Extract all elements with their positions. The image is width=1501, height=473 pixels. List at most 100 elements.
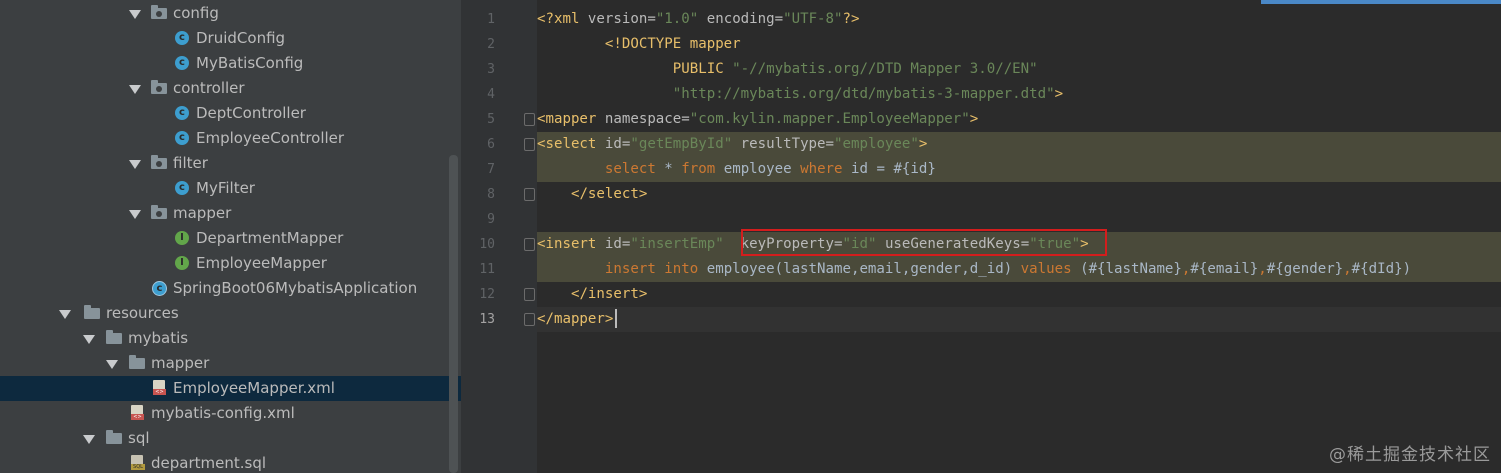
fold-marker-icon[interactable] — [524, 138, 535, 151]
code-token: select — [604, 161, 656, 177]
tree-item[interactable]: SQL department.sql — [0, 451, 461, 473]
tree-scrollbar[interactable] — [449, 155, 458, 473]
tree-item-label: DepartmentMapper — [196, 229, 344, 247]
class-icon: c — [174, 30, 191, 46]
tree-item[interactable]: c DeptController — [0, 101, 461, 126]
line-number: 5 — [487, 112, 495, 127]
expand-arrow-icon[interactable] — [106, 360, 118, 369]
class-icon: c — [174, 105, 191, 121]
tree-item[interactable]: controller — [0, 76, 461, 101]
code-line[interactable]: PUBLIC "-//mybatis.org//DTD Mapper 3.0//… — [537, 57, 1038, 82]
code-line[interactable]: </mapper> — [537, 307, 613, 332]
code-editor[interactable]: 1 2 3 4 5 6 7 8 9 10 11 12 13 <?xml version="1.0" en… — [461, 0, 1501, 473]
interface-icon: I — [174, 255, 191, 271]
tree-item[interactable]: c MyFilter — [0, 176, 461, 201]
code-token: PUBLIC — [672, 61, 733, 77]
code-token: from — [681, 161, 716, 177]
code-token: id = #{id} — [842, 161, 936, 177]
line-number: 8 — [487, 187, 495, 202]
code-line[interactable]: <?xml version="1.0" encoding="UTF-8"?> — [537, 7, 860, 32]
expand-arrow-icon[interactable] — [59, 310, 71, 319]
tree-item-label: EmployeeMapper — [196, 254, 327, 272]
code-token: "employee" — [834, 136, 919, 152]
tree-item-label: EmployeeMapper.xml — [173, 379, 335, 397]
fold-marker-icon[interactable] — [524, 288, 535, 301]
tree-item-label: DruidConfig — [196, 29, 286, 47]
tree-item[interactable]: mapper — [0, 201, 461, 226]
code-token: <mapper — [537, 111, 597, 127]
code-token: "getEmpById" — [630, 136, 733, 152]
tree-item[interactable]: c DruidConfig — [0, 26, 461, 51]
tree-item[interactable]: I EmployeeMapper — [0, 251, 461, 276]
code-token: ?> — [842, 11, 860, 27]
tree-item[interactable]: c SpringBoot06MybatisApplication — [0, 276, 461, 301]
code-token: <?xml — [537, 11, 588, 27]
code-line[interactable]: <select id="getEmpById" resultType="empl… — [537, 132, 927, 157]
project-tree-panel: config c DruidConfig c MyBatisConfig controll… — [0, 0, 461, 473]
code-line[interactable]: insert into employee(lastName,email,gend… — [537, 257, 1411, 282]
code-token: "insertEmp" — [630, 236, 724, 252]
fold-marker-icon[interactable] — [524, 188, 535, 201]
package-icon — [151, 205, 168, 221]
code-line[interactable]: "http://mybatis.org/dtd/mybatis-3-mapper… — [537, 82, 1063, 107]
code-line[interactable]: </select> — [537, 182, 647, 207]
code-token: employee(lastName,email,gender,d_id) — [698, 261, 1021, 277]
tree-item-label: MyBatisConfig — [196, 54, 304, 72]
class-icon: c — [174, 55, 191, 71]
tree-item[interactable]: resources — [0, 301, 461, 326]
interface-icon: I — [174, 230, 191, 246]
tree-item[interactable]: sql — [0, 426, 461, 451]
code-line[interactable]: select * from employee where id = #{id} — [537, 157, 936, 182]
code-token: </insert> — [570, 286, 648, 302]
class-icon: c — [174, 130, 191, 146]
tree-item[interactable]: c MyBatisConfig — [0, 51, 461, 76]
tree-item[interactable]: config — [0, 1, 461, 26]
spring-boot-class-icon: c — [151, 280, 168, 296]
folder-icon — [129, 355, 146, 371]
annotation-box — [741, 229, 1107, 256]
code-token: where — [800, 161, 843, 177]
code-line[interactable]: </insert> — [537, 282, 647, 307]
expand-arrow-icon[interactable] — [129, 85, 141, 94]
tree-item-label: department.sql — [151, 454, 267, 472]
tree-item-label: controller — [173, 79, 245, 97]
text-caret — [615, 309, 617, 328]
code-line[interactable]: <mapper namespace="com.kylin.mapper.Empl… — [537, 107, 978, 132]
line-number: 2 — [487, 37, 495, 52]
expand-arrow-icon[interactable] — [129, 160, 141, 169]
fold-marker-icon[interactable] — [524, 313, 535, 326]
tree-item[interactable]: I DepartmentMapper — [0, 226, 461, 251]
code-token: id= — [596, 236, 631, 252]
expand-arrow-icon[interactable] — [129, 10, 141, 19]
line-number: 3 — [487, 62, 495, 77]
tree-item-label: mybatis-config.xml — [151, 404, 295, 422]
code-token: <insert — [537, 236, 597, 252]
tree-item[interactable]: <> EmployeeMapper.xml — [0, 376, 461, 401]
code-token: , — [1258, 261, 1267, 277]
tree-item[interactable]: <> mybatis-config.xml — [0, 401, 461, 426]
fold-marker-icon[interactable] — [524, 113, 535, 126]
tree-item[interactable]: filter — [0, 151, 461, 176]
tree-item-label: mapper — [173, 204, 232, 222]
line-number-gutter: 1 2 3 4 5 6 7 8 9 10 11 12 13 — [461, 0, 537, 473]
tab-indicator — [1261, 0, 1501, 4]
code-line[interactable]: <!DOCTYPE mapper — [537, 32, 741, 57]
code-token: values — [1020, 261, 1072, 277]
tree-item[interactable]: mapper — [0, 351, 461, 376]
line-number: 6 — [487, 137, 495, 152]
fold-marker-icon[interactable] — [524, 238, 535, 251]
xml-file-icon: <> — [129, 405, 146, 421]
expand-arrow-icon[interactable] — [129, 210, 141, 219]
expand-arrow-icon[interactable] — [83, 335, 95, 344]
line-number: 12 — [479, 287, 495, 302]
line-number: 13 — [479, 312, 495, 327]
package-icon — [151, 80, 168, 96]
tree-item[interactable]: c EmployeeController — [0, 126, 461, 151]
tree-item[interactable]: mybatis — [0, 326, 461, 351]
expand-arrow-icon[interactable] — [83, 435, 95, 444]
tree-item-label: EmployeeController — [196, 129, 345, 147]
class-icon: c — [174, 180, 191, 196]
